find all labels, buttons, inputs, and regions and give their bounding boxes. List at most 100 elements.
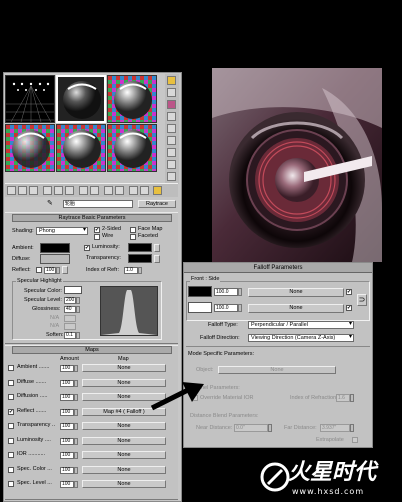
backlight-icon[interactable] [167,88,176,97]
material-navigator-icon[interactable] [167,172,176,181]
face-map-checkbox[interactable] [130,227,136,233]
object-pick-button[interactable]: None [218,366,336,374]
reset-material-icon[interactable] [43,186,52,195]
falloff-side-map-checkbox[interactable]: ✔ [346,305,352,311]
falloff-side-map-button[interactable]: None [248,304,344,313]
background-icon[interactable] [167,100,176,109]
map-amount-spinner[interactable] [74,452,78,459]
map-amount-spinner[interactable] [74,423,78,430]
map-enable-checkbox[interactable] [8,394,14,400]
video-check-icon[interactable] [167,124,176,133]
spec-level-field[interactable]: 200 [64,297,76,304]
make-preview-icon[interactable] [167,136,176,145]
glossiness-field[interactable]: 40 [64,306,76,313]
sample-slot-3[interactable] [107,75,157,123]
material-name-field[interactable]: 轮胎 [63,200,133,208]
make-unique-icon[interactable] [65,186,74,195]
map-enable-checkbox[interactable] [8,379,14,386]
map-amount-field[interactable]: 100 [60,452,74,459]
pick-material-icon[interactable] [153,186,162,195]
eyedropper-icon[interactable]: ✎ [47,200,55,208]
sample-type-icon[interactable] [167,76,176,85]
swap-colors-icon[interactable]: ⊃ [357,294,367,306]
map-amount-field[interactable]: 100 [60,466,74,474]
put-to-scene-icon[interactable] [18,186,27,195]
falloff-ior-spinner[interactable] [350,394,354,402]
reflect-spinner[interactable] [56,267,60,274]
reflect-checkbox[interactable] [36,267,42,273]
extrapolate-checkbox[interactable] [352,437,358,443]
map-amount-spinner[interactable] [74,481,78,488]
map-amount-field[interactable]: 100 [60,437,74,445]
near-distance-spinner[interactable] [268,424,272,432]
far-distance-field[interactable]: 3.937" [320,424,350,432]
map-enable-checkbox[interactable] [8,423,14,429]
soften-spinner[interactable] [76,332,80,339]
faceted-checkbox[interactable] [130,234,136,240]
maps-rollout-header[interactable]: Maps [12,346,172,354]
luminosity-checkbox[interactable]: ✔ [84,245,90,251]
falloff-rollout-header[interactable]: Falloff Parameters [184,263,372,273]
map-amount-field[interactable]: 100 [60,408,74,416]
sample-slot-5[interactable] [56,124,106,172]
falloff-side-spinner[interactable] [238,304,242,312]
reflect-map-button[interactable] [62,266,68,274]
spec-color-swatch[interactable] [64,286,82,294]
map-enable-checkbox[interactable] [8,365,14,371]
go-forward-to-sibling-icon[interactable] [140,186,149,195]
map-amount-field[interactable]: 100 [60,379,74,387]
glossiness-spinner[interactable] [76,306,80,313]
assign-material-icon[interactable] [29,186,38,195]
wire-checkbox[interactable] [94,234,100,240]
transparency-swatch[interactable] [128,254,152,263]
luminosity-map-button[interactable] [154,244,160,252]
soften-field[interactable]: 0.1 [64,332,76,339]
sample-slot-4[interactable] [5,124,55,172]
map-enable-checkbox[interactable] [8,437,14,444]
raytrace-rollout-header[interactable]: Raytrace Basic Parameters [12,214,172,222]
map-amount-spinner[interactable] [74,394,78,401]
options-icon[interactable] [167,148,176,157]
falloff-direction-dropdown[interactable]: Viewing Direction (Camera Z-Axis) [248,334,354,342]
show-map-in-viewport-icon[interactable] [104,186,113,195]
select-by-material-icon[interactable] [167,160,176,169]
falloff-ior-field[interactable]: 1.6 [336,394,350,402]
map-slot-button[interactable]: None [82,465,166,474]
ior-spinner[interactable] [138,267,142,274]
reflect-amount-field[interactable]: 100 [44,267,56,274]
shading-dropdown[interactable]: Phong [36,227,88,235]
spec-level-spinner[interactable] [76,297,80,304]
map-slot-button[interactable]: None [82,451,166,459]
map-slot-button[interactable]: None [82,436,166,445]
falloff-side-swatch[interactable] [188,302,212,313]
show-end-result-icon[interactable] [115,186,124,195]
sample-slot-1[interactable] [5,75,55,123]
sample-slot-2[interactable] [56,75,106,123]
map-amount-spinner[interactable] [74,466,78,474]
map-amount-field[interactable]: 100 [60,481,74,488]
material-type-button[interactable]: Raytrace [138,200,176,208]
map-amount-spinner[interactable] [74,408,78,416]
map-amount-spinner[interactable] [74,379,78,387]
ambient-swatch[interactable] [40,243,70,253]
go-to-parent-icon[interactable] [129,186,138,195]
copy-material-icon[interactable] [54,186,63,195]
two-sided-checkbox[interactable]: ✔ [94,227,100,233]
map-enable-checkbox[interactable] [8,481,14,487]
map-slot-button[interactable]: None [82,422,166,430]
map-slot-button[interactable]: None [82,480,166,488]
falloff-front-spinner[interactable] [238,288,242,296]
falloff-front-value[interactable]: 100.0 [214,288,238,296]
uv-tiling-icon[interactable] [167,112,176,121]
map-enable-checkbox[interactable] [8,452,14,458]
map-amount-spinner[interactable] [74,365,78,372]
map-amount-field[interactable]: 100 [60,423,74,430]
falloff-front-swatch[interactable] [188,286,212,297]
falloff-front-map-button[interactable]: None [248,288,344,297]
falloff-type-dropdown[interactable]: Perpendicular / Parallel [248,321,354,329]
put-to-library-icon[interactable] [79,186,88,195]
near-distance-field[interactable]: 0.0" [234,424,268,432]
luminosity-swatch[interactable] [128,243,152,252]
get-material-icon[interactable] [7,186,16,195]
material-effects-channel-icon[interactable] [90,186,99,195]
